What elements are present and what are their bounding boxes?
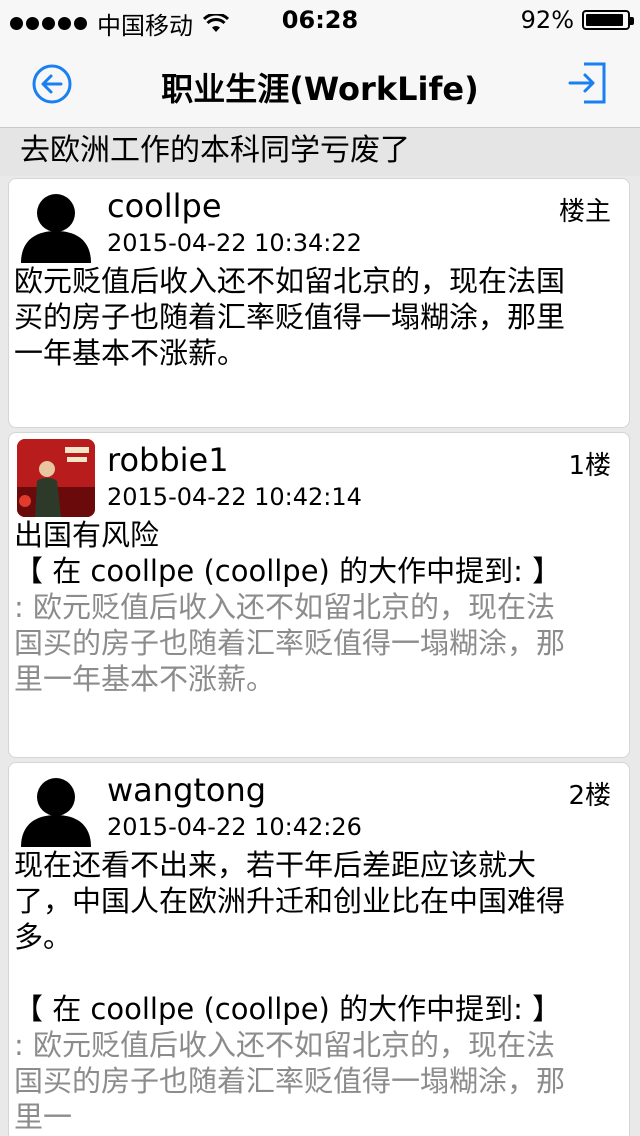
post-floor: 楼主 [558,197,611,227]
post-content-line: 多。 [14,920,73,954]
post-card[interactable]: robbie1 1楼 2015-04-22 10:42:14 出国有风险 【 在… [8,432,630,758]
post-author[interactable]: wangtong [107,771,266,809]
post-content-line: 了，中国人在欧洲升迁和创业比在中国难得 [14,884,566,918]
post-time: 2015-04-22 10:42:14 [107,483,362,511]
quote-line: 里一 [14,1100,73,1134]
post-floor: 2楼 [568,781,611,811]
photo-avatar-icon[interactable] [17,439,95,517]
default-avatar-icon[interactable] [17,769,95,847]
status-bar: 中国移动 06:28 92% [0,0,640,40]
quote-header: 【 在 coollpe (coollpe) 的大作中提到: 】 [14,992,562,1026]
post-list[interactable]: coollpe 楼主 2015-04-22 10:34:22 欧元贬值后收入还不… [0,176,640,1136]
post-time: 2015-04-22 10:34:22 [107,229,362,257]
page-title: 职业生涯(WorkLife) [161,70,479,108]
post-content-line: 买的房子也随着汇率贬值得一塌糊涂，那里 [14,300,566,334]
default-avatar-icon[interactable] [17,185,95,263]
post-content-line: 一年基本不涨薪。 [14,336,247,370]
post-time: 2015-04-22 10:42:26 [107,813,362,841]
post-content-line: 现在还看不出来，若干年后差距应该就大 [14,848,537,882]
post-body: 现在还看不出来，若干年后差距应该就大 了，中国人在欧洲升迁和创业比在中国难得 多… [14,847,623,1135]
post-author[interactable]: robbie1 [107,441,229,479]
post-content-line: 欧元贬值后收入还不如留北京的，现在法国 [14,264,566,298]
thread-subject-text: 去欧洲工作的本科同学亏废了 [20,133,410,168]
post-card[interactable]: coollpe 楼主 2015-04-22 10:34:22 欧元贬值后收入还不… [8,178,630,428]
post-body: 出国有风险 【 在 coollpe (coollpe) 的大作中提到: 】 : … [14,517,623,697]
quote-header: 【 在 coollpe (coollpe) 的大作中提到: 】 [14,554,562,588]
battery-icon [582,10,634,30]
post-floor: 1楼 [568,451,611,481]
quote-line: 国买的房子也随着汇率贬值得一塌糊涂，那 [14,626,566,660]
back-arrow-circle-icon[interactable] [30,62,74,106]
quote-line: : 欧元贬值后收入还不如留北京的，现在法 [14,1028,555,1062]
post-author[interactable]: coollpe [107,187,222,225]
navigation-bar: 职业生涯(WorkLife) [0,40,640,128]
quote-line: 国买的房子也随着汇率贬值得一塌糊涂，那 [14,1064,566,1098]
post-card[interactable]: wangtong 2楼 2015-04-22 10:42:26 现在还看不出来，… [8,762,630,1136]
post-content-line: 出国有风险 [14,518,160,552]
quote-line: 里一年基本不涨薪。 [14,662,276,696]
status-right: 92% [520,6,634,34]
thread-subject: 去欧洲工作的本科同学亏废了 [0,128,640,176]
quote-line: : 欧元贬值后收入还不如留北京的，现在法 [14,590,555,624]
battery-percent: 92% [520,6,574,34]
sign-in-icon[interactable] [566,60,610,106]
post-body: 欧元贬值后收入还不如留北京的，现在法国 买的房子也随着汇率贬值得一塌糊涂，那里 … [14,263,623,371]
